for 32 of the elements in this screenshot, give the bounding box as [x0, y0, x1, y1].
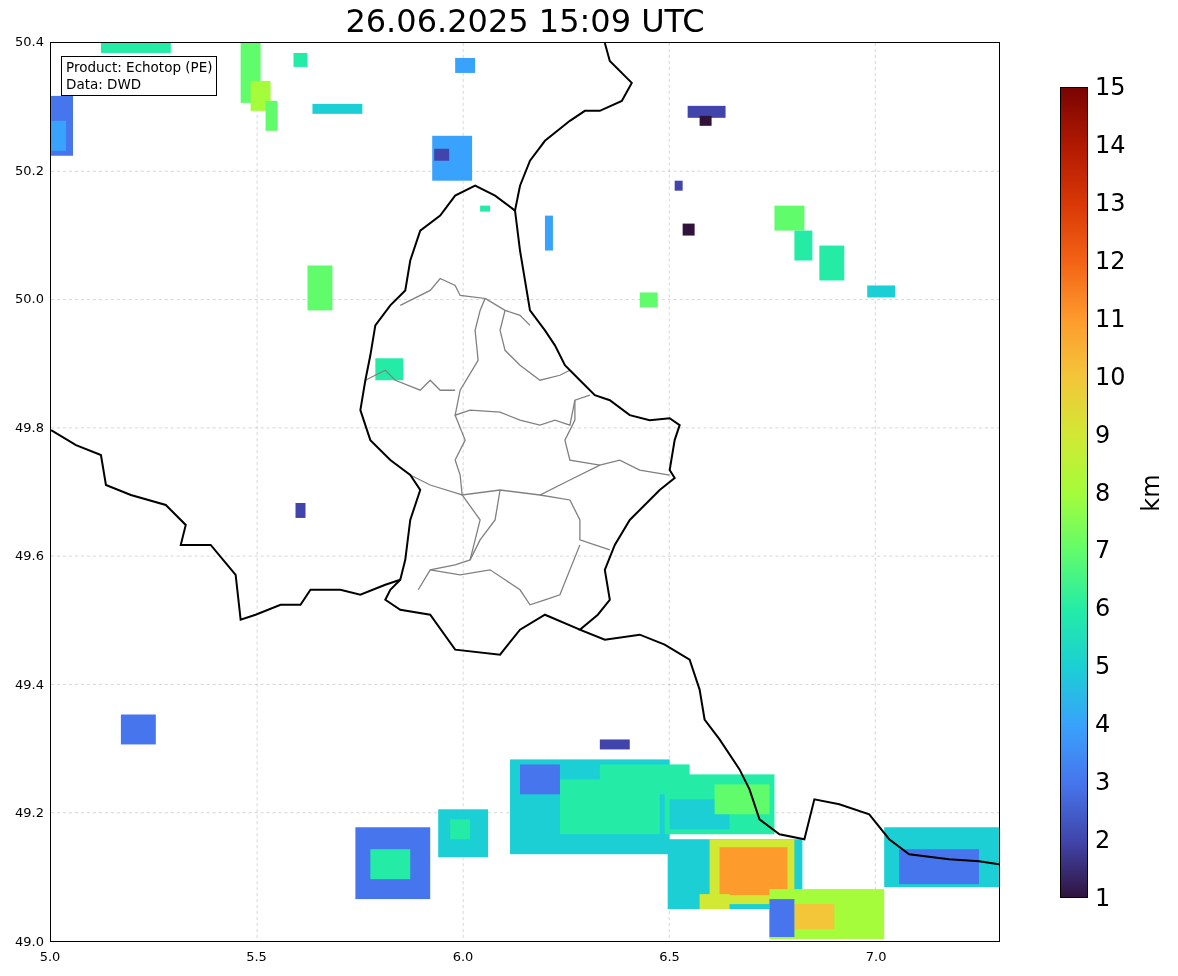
- colorbar-tick-label: 10: [1095, 364, 1126, 389]
- colorbar-tick-label: 13: [1095, 190, 1126, 215]
- colorbar-tick-label: 7: [1095, 538, 1111, 563]
- colorbar-tick-label: 2: [1095, 828, 1111, 853]
- y-tick-label: 50.0: [15, 292, 44, 306]
- y-tick-label: 49.8: [15, 420, 44, 434]
- y-tick-label: 49.2: [15, 806, 44, 820]
- colorbar-tick-label: 11: [1095, 306, 1126, 331]
- x-tick-label: 5.0: [39, 950, 61, 963]
- colorbar-label: km: [1138, 473, 1163, 512]
- y-tick-label: 49.6: [15, 549, 44, 563]
- colorbar-tick-label: 5: [1095, 654, 1111, 679]
- colorbar-tick-label: 12: [1095, 248, 1126, 273]
- x-tick-label: 5.5: [246, 950, 267, 963]
- info-text: Product: Echotop (PE): [66, 59, 213, 76]
- x-tick-label: 6.0: [452, 950, 474, 963]
- colorbar-tick-label: 1: [1095, 886, 1111, 910]
- y-tick-label: 50.2: [15, 163, 44, 177]
- colorbar-tick-label: 14: [1095, 132, 1126, 157]
- x-tick-label: 6.5: [659, 950, 680, 963]
- colorbar-tick-label: 8: [1095, 480, 1111, 505]
- colorbar-tick-label: 9: [1095, 422, 1111, 447]
- y-tick-label: 49.0: [15, 935, 44, 948]
- colorbar-tick-label: 4: [1095, 712, 1111, 737]
- colorbar-tick-label: 15: [1095, 75, 1126, 99]
- info-text: Data: DWD: [66, 76, 143, 93]
- chart-title: 26.06.2025 15:09 UTC: [345, 5, 705, 37]
- y-tick-label: 50.4: [15, 35, 44, 48]
- colorbar-tick-label: 3: [1095, 770, 1111, 795]
- x-tick-label: 7.0: [865, 950, 887, 963]
- colorbar-tick-label: 6: [1095, 596, 1111, 621]
- y-tick-label: 49.4: [15, 677, 44, 691]
